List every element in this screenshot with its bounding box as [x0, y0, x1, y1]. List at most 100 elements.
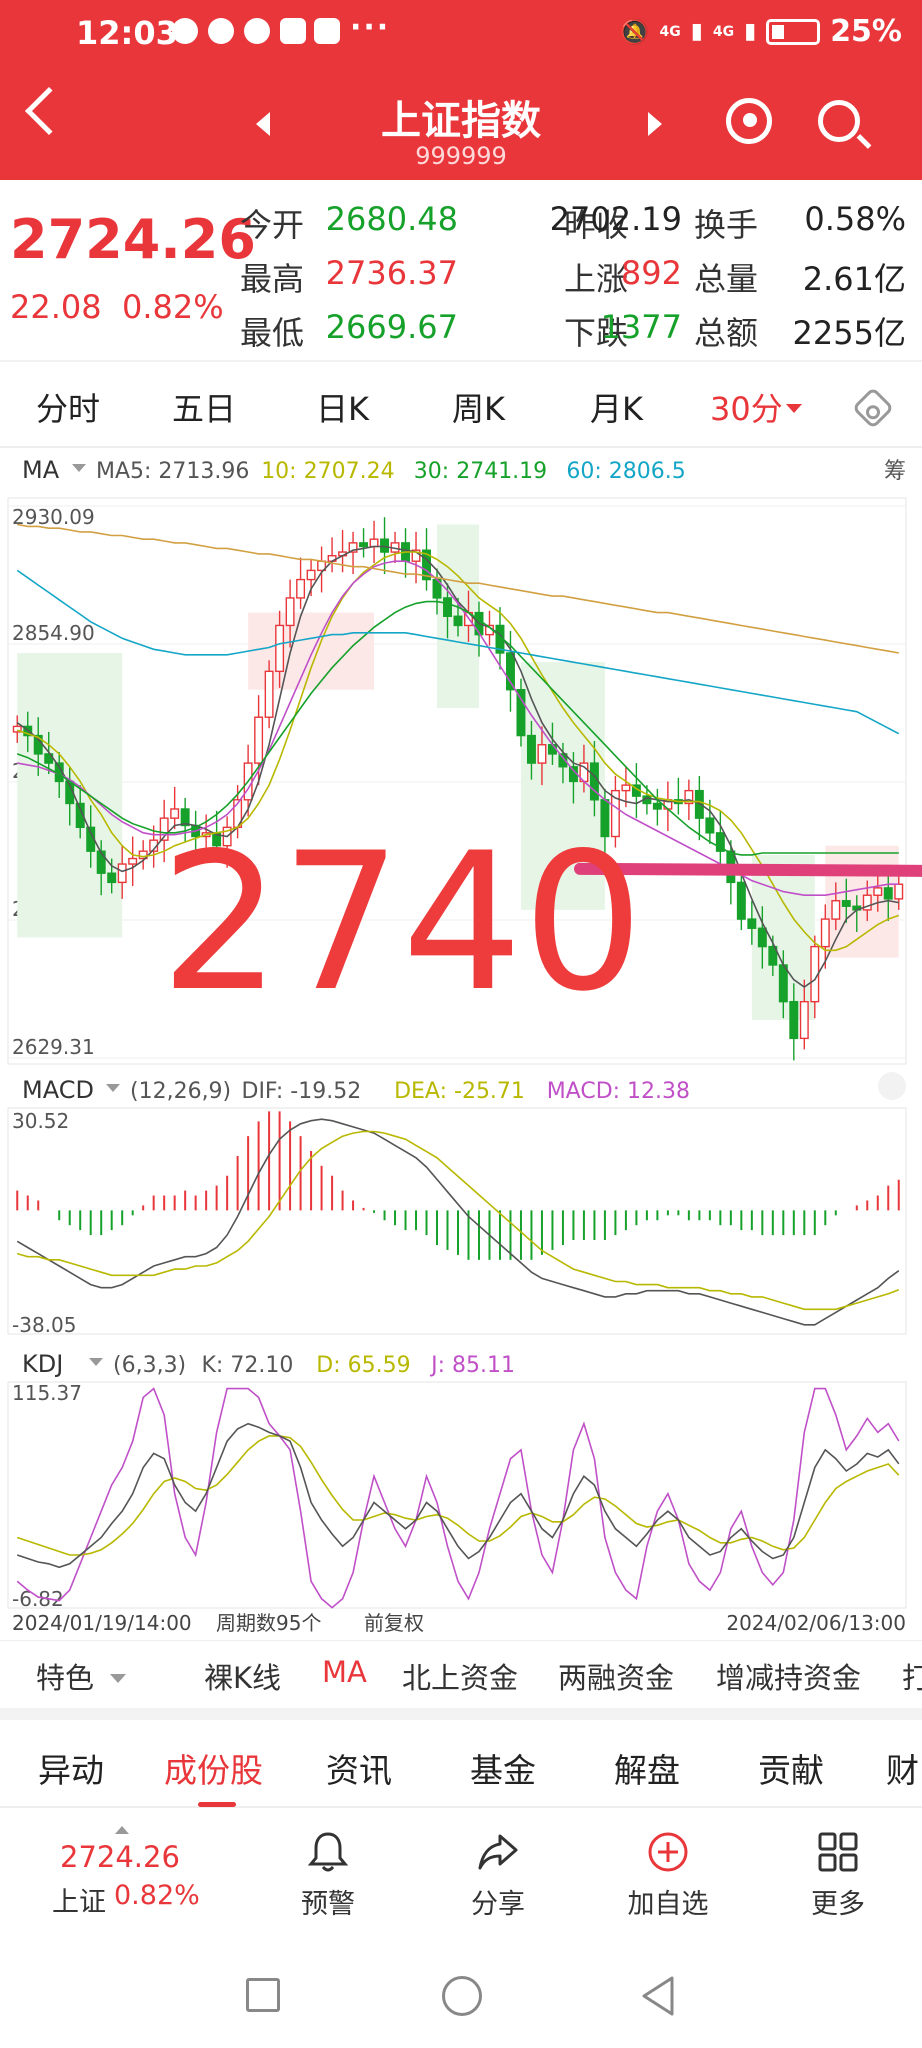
y-tick-label: 30.52	[12, 1109, 69, 1133]
recent-apps-button[interactable]	[246, 1978, 280, 2012]
candle-up	[820, 918, 830, 948]
app-header: 12:03 ··· 🔕 4G ▮ 4G ▮ 25% 上证指数 999999	[0, 0, 922, 180]
ma-option[interactable]: MA	[322, 1655, 367, 1689]
margin-funds-option[interactable]: 两融资金	[558, 1655, 674, 1697]
legend-entry: MA5: 2713.96	[96, 459, 249, 484]
legend-entry: DEA: -25.71	[394, 1079, 525, 1104]
candle-down	[789, 1000, 799, 1040]
quote-panel: 2724.26 22.08 0.82% 今开 2680.48 昨收 2702.19 换手…	[0, 180, 922, 360]
tab-funds[interactable]: 基金	[470, 1744, 536, 1792]
feature-dropdown[interactable]: 特色	[36, 1655, 94, 1697]
divider	[0, 360, 922, 362]
northbound-funds-option[interactable]: 北上资金	[402, 1655, 518, 1697]
naked-kline-option[interactable]: 裸K线	[204, 1655, 281, 1697]
candle-up	[117, 863, 127, 884]
legend-entry: MACD: 12.38	[547, 1079, 690, 1104]
kline-chart[interactable]: MA MA5: 2713.96 10: 2707.24 30: 2741.19 60: …	[0, 448, 922, 1640]
adjust-mode-label: 前复权	[364, 1611, 424, 1635]
back-nav-button[interactable]	[638, 1974, 678, 2018]
chart-canvas[interactable]: MA MA5: 2713.96 10: 2707.24 30: 2741.19 60: …	[0, 448, 922, 1640]
tab-five-day[interactable]: 五日	[172, 384, 236, 430]
candle-down	[736, 881, 746, 920]
signal-bars-icon: ▮	[690, 19, 703, 44]
tab-weekly-k[interactable]: 周K	[452, 384, 505, 430]
quote-field-label: 总量	[694, 260, 759, 298]
period-tabs: 分时 五日 日K 周K 月K 30分	[0, 368, 922, 446]
alert-button[interactable]: 预警	[258, 1810, 398, 1940]
quote-field-value: 2669.67	[325, 308, 458, 346]
quote-field-value: 2680.48	[325, 200, 458, 238]
quote-field-value: 0.58%	[804, 200, 906, 238]
x-end-label: 2024/02/06/13:00	[726, 1611, 906, 1635]
mascot-icon[interactable]	[726, 98, 772, 144]
mini-index-name[interactable]: 上证	[52, 1880, 106, 1919]
annotation-text: 2740	[160, 812, 644, 1033]
next-index-arrow-icon[interactable]	[648, 112, 662, 136]
share-button[interactable]: 分享	[428, 1810, 568, 1940]
more-button[interactable]: 更多	[768, 1810, 908, 1940]
tab-analysis[interactable]: 解盘	[614, 1744, 680, 1792]
alert-label: 预警	[301, 1889, 355, 1920]
bulb-icon	[244, 18, 270, 44]
candle-up	[894, 883, 904, 900]
index-code: 999999	[415, 142, 507, 170]
tab-financials[interactable]: 财	[886, 1744, 919, 1792]
tab-30min[interactable]: 30分	[710, 384, 783, 430]
candle-up	[275, 624, 285, 673]
candle-up	[254, 716, 264, 764]
chevron-down-icon[interactable]	[110, 1674, 126, 1683]
holding-change-option[interactable]: 增减持资金	[716, 1655, 861, 1697]
app-badge-icon	[280, 18, 306, 44]
status-more-dots: ···	[350, 10, 391, 45]
more-option[interactable]: 打	[902, 1655, 922, 1697]
more-label: 更多	[811, 1889, 865, 1920]
quote-field-value: 2255亿	[792, 314, 906, 352]
status-time: 12:03	[76, 14, 178, 52]
tab-daily-k[interactable]: 日K	[316, 384, 369, 430]
page-title: 上证指数	[381, 98, 541, 144]
mini-change-percent[interactable]: 0.82%	[114, 1880, 200, 1911]
candle-down	[516, 688, 526, 737]
chip-label: 筹	[884, 459, 906, 484]
panel-params: (12,26,9)	[130, 1079, 231, 1104]
section-tabs: 异动 成份股 资讯 基金 解盘 贡献 财	[0, 1720, 922, 1808]
candle-up	[537, 744, 547, 764]
candle-down	[883, 887, 893, 900]
action-bar: 2724.26 上证 0.82% 预警 分享 加自选 更多	[0, 1810, 922, 1940]
candle-down	[778, 964, 788, 1003]
quote-field-value: 2702.19	[549, 200, 682, 238]
battery-percent: 25%	[830, 14, 902, 49]
tab-intraday[interactable]: 分时	[36, 384, 100, 430]
legend-entry: J: 85.11	[429, 1353, 515, 1378]
tab-contribution[interactable]: 贡献	[758, 1744, 824, 1792]
mini-price[interactable]: 2724.26	[60, 1840, 180, 1874]
chevron-up-icon[interactable]	[115, 1826, 129, 1834]
home-button[interactable]	[442, 1976, 482, 2016]
message-icon	[208, 18, 234, 44]
panel-label: MA	[22, 456, 60, 484]
candle-down	[526, 734, 536, 764]
indicator-function-bar: 特色 裸K线 MA 北上资金 两融资金 增减持资金 打	[0, 1640, 922, 1708]
chevron-down-icon	[72, 464, 86, 472]
candle-down	[705, 817, 715, 834]
legend-entry: D: 65.59	[316, 1353, 410, 1378]
candle-down	[505, 652, 515, 691]
quote-field-label: 今开	[240, 206, 305, 244]
current-price: 2724.26	[10, 208, 256, 271]
tab-monthly-k[interactable]: 月K	[590, 384, 643, 430]
search-icon[interactable]	[818, 100, 860, 142]
candle-up	[264, 670, 274, 718]
signal-4g-1: 4G	[659, 23, 681, 40]
candle-up	[831, 900, 841, 920]
price-change: 22.08 0.82%	[10, 288, 224, 326]
add-watchlist-button[interactable]: 加自选	[598, 1810, 738, 1940]
tab-news[interactable]: 资讯	[326, 1744, 392, 1792]
kdj-d-line	[16, 1435, 900, 1556]
status-right: 🔕 4G ▮ 4G ▮ 25%	[620, 14, 902, 49]
candle-down	[359, 542, 369, 548]
share-icon	[478, 1834, 518, 1870]
chevron-down-icon[interactable]	[786, 404, 802, 413]
tab-constituents[interactable]: 成份股	[164, 1744, 263, 1792]
tab-movements[interactable]: 异动	[38, 1744, 104, 1792]
quote-field-value: 2736.37	[325, 254, 458, 292]
